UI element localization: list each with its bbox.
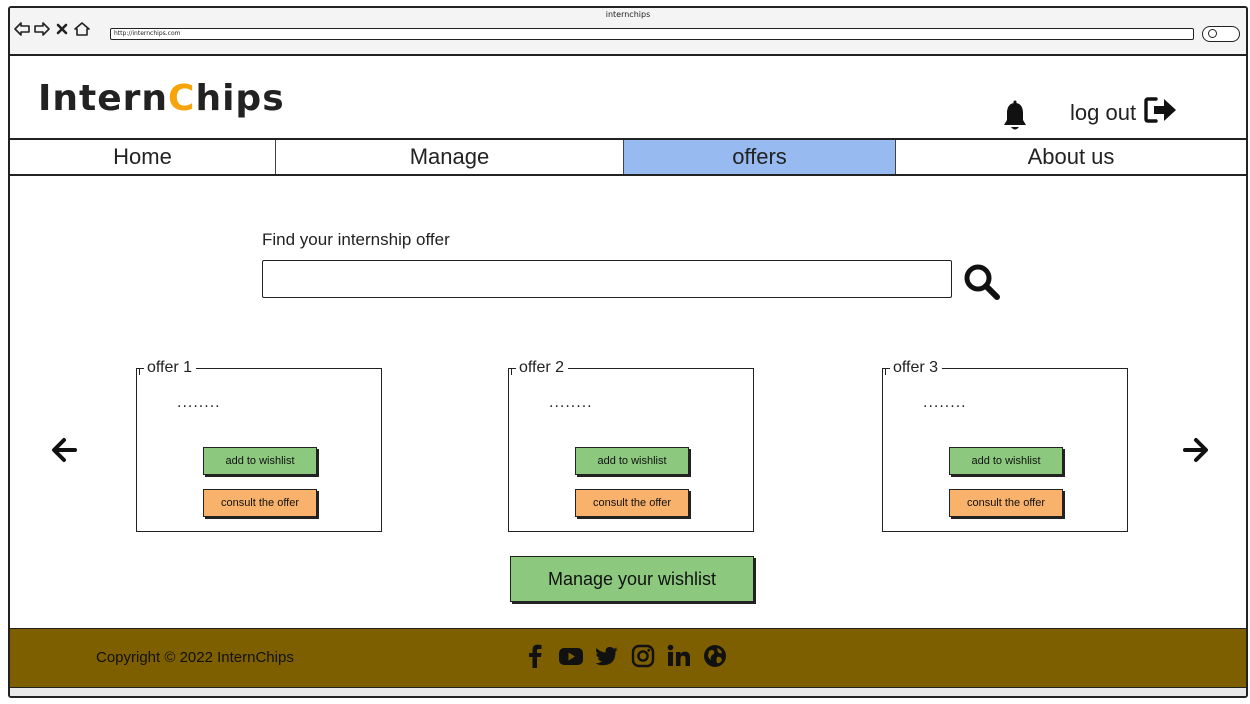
twitter-icon[interactable] bbox=[594, 643, 620, 669]
copyright-text: Copyright © 2022 InternChips bbox=[96, 649, 294, 666]
search-input[interactable] bbox=[262, 260, 952, 298]
manage-wishlist-button[interactable]: Manage your wishlist bbox=[510, 556, 754, 602]
youtube-icon[interactable] bbox=[558, 643, 584, 669]
offer-card-1: offer 1 ........ add to wishlist consult… bbox=[136, 359, 382, 532]
consult-offer-button[interactable]: consult the offer bbox=[575, 489, 689, 517]
tab-about-us[interactable]: About us bbox=[896, 140, 1246, 174]
linkedin-icon[interactable] bbox=[666, 643, 692, 669]
consult-offer-button[interactable]: consult the offer bbox=[949, 489, 1063, 517]
browser-status-bar bbox=[10, 688, 1246, 696]
browser-window: internchips http://internchips.com Inter… bbox=[8, 6, 1248, 698]
logo-text-part1: Intern bbox=[38, 78, 169, 119]
site-header: InternChips log out bbox=[10, 56, 1246, 140]
offer-card-3: offer 3 ........ add to wishlist consult… bbox=[882, 359, 1128, 532]
offer-content: ........ bbox=[549, 395, 593, 411]
instagram-icon[interactable] bbox=[630, 643, 656, 669]
logout-label: log out bbox=[1070, 100, 1137, 125]
site-footer: Copyright © 2022 InternChips bbox=[10, 628, 1246, 688]
carousel-prev-arrow-icon[interactable] bbox=[50, 436, 78, 464]
browser-title: internchips bbox=[605, 10, 651, 19]
tab-home[interactable]: Home bbox=[10, 140, 276, 174]
home-icon[interactable] bbox=[74, 21, 90, 37]
offer-title: offer 3 bbox=[884, 359, 943, 377]
consult-offer-button[interactable]: consult the offer bbox=[203, 489, 317, 517]
add-to-wishlist-button[interactable]: add to wishlist bbox=[203, 447, 317, 475]
facebook-icon[interactable] bbox=[522, 643, 548, 669]
offer-card-2: offer 2 ........ add to wishlist consult… bbox=[508, 359, 754, 532]
offer-content: ........ bbox=[177, 395, 221, 411]
notification-bell-icon[interactable] bbox=[1002, 100, 1028, 132]
social-links bbox=[522, 643, 728, 669]
search-icon[interactable] bbox=[962, 262, 1002, 302]
browser-nav bbox=[14, 20, 90, 38]
site-logo[interactable]: InternChips bbox=[38, 78, 285, 119]
back-icon[interactable] bbox=[14, 21, 30, 37]
add-to-wishlist-button[interactable]: add to wishlist bbox=[949, 447, 1063, 475]
offer-title: offer 2 bbox=[510, 359, 569, 377]
tab-manage[interactable]: Manage bbox=[276, 140, 624, 174]
search-label: Find your internship offer bbox=[262, 230, 450, 249]
offer-title: offer 1 bbox=[138, 359, 197, 377]
close-icon[interactable] bbox=[54, 21, 70, 37]
logo-text-part2: hips bbox=[195, 78, 285, 119]
browser-chrome: internchips http://internchips.com bbox=[10, 8, 1246, 56]
browser-search-icon[interactable] bbox=[1202, 26, 1240, 42]
tab-offers[interactable]: offers bbox=[624, 140, 896, 174]
offer-content: ........ bbox=[923, 395, 967, 411]
logout-button[interactable]: log out bbox=[1070, 96, 1178, 130]
globe-icon[interactable] bbox=[702, 643, 728, 669]
logout-icon bbox=[1144, 96, 1178, 130]
add-to-wishlist-button[interactable]: add to wishlist bbox=[575, 447, 689, 475]
carousel-next-arrow-icon[interactable] bbox=[1182, 436, 1210, 464]
logo-text-accent: C bbox=[168, 78, 196, 119]
main-nav-tabs: Home Manage offers About us bbox=[10, 138, 1246, 176]
forward-icon[interactable] bbox=[34, 21, 50, 37]
url-bar[interactable]: http://internchips.com bbox=[110, 28, 1194, 40]
